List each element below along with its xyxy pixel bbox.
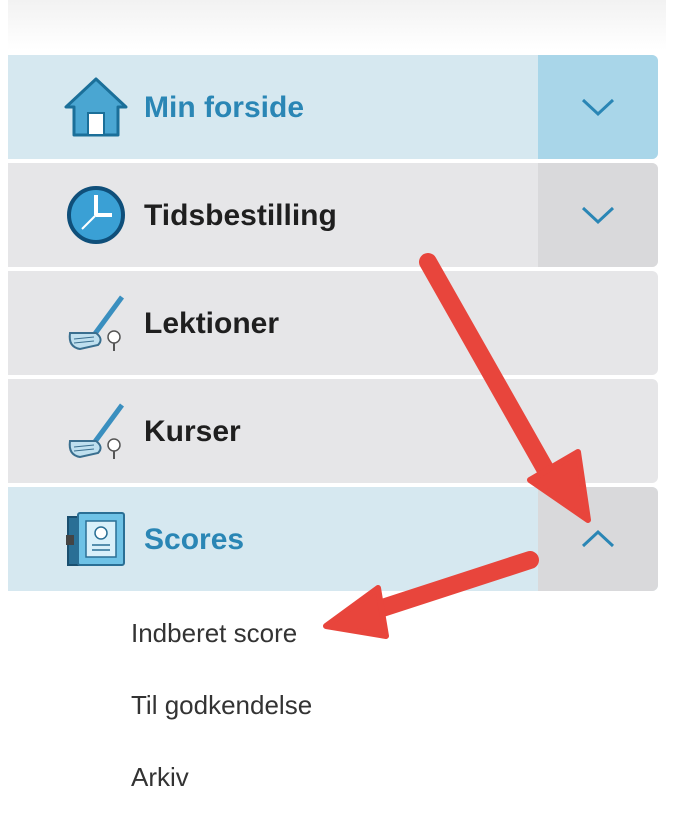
golf-club-icon <box>68 403 125 459</box>
menu-item-label: Min forside <box>144 91 305 124</box>
chevron-down-icon <box>581 206 615 225</box>
expand-toggle-min-forside[interactable] <box>538 55 658 159</box>
menu-item-label: Scores <box>144 523 245 556</box>
submenu-item-arkiv[interactable]: Arkiv <box>8 741 658 813</box>
golf-club-icon <box>68 295 125 351</box>
menu-item-lektioner[interactable]: Lektioner <box>8 271 658 375</box>
menu-item-label: Lektioner <box>144 307 280 340</box>
clock-icon <box>67 186 125 244</box>
submenu-item-indberet-score[interactable]: Indberet score <box>8 597 658 669</box>
top-bar <box>8 0 666 50</box>
submenu-item-til-godkendelse[interactable]: Til godkendelse <box>8 669 658 741</box>
menu-item-label: Tidsbestilling <box>144 199 337 232</box>
menu-item-kurser[interactable]: Kurser <box>8 379 658 483</box>
side-menu: Min forside Tidsbestilling Lektioner Kur… <box>8 55 658 595</box>
expand-toggle-tidsbestilling[interactable] <box>538 163 658 267</box>
collapse-toggle-scores[interactable] <box>538 487 658 591</box>
scores-submenu: Indberet score Til godkendelse Arkiv <box>8 597 658 813</box>
home-icon <box>64 77 128 137</box>
chevron-up-icon <box>581 529 615 548</box>
scorecard-icon <box>66 512 125 566</box>
menu-item-label: Kurser <box>144 415 241 448</box>
menu-item-scores[interactable]: Scores <box>8 487 658 591</box>
chevron-down-icon <box>581 98 615 117</box>
menu-item-min-forside[interactable]: Min forside <box>8 55 658 159</box>
menu-item-tidsbestilling[interactable]: Tidsbestilling <box>8 163 658 267</box>
